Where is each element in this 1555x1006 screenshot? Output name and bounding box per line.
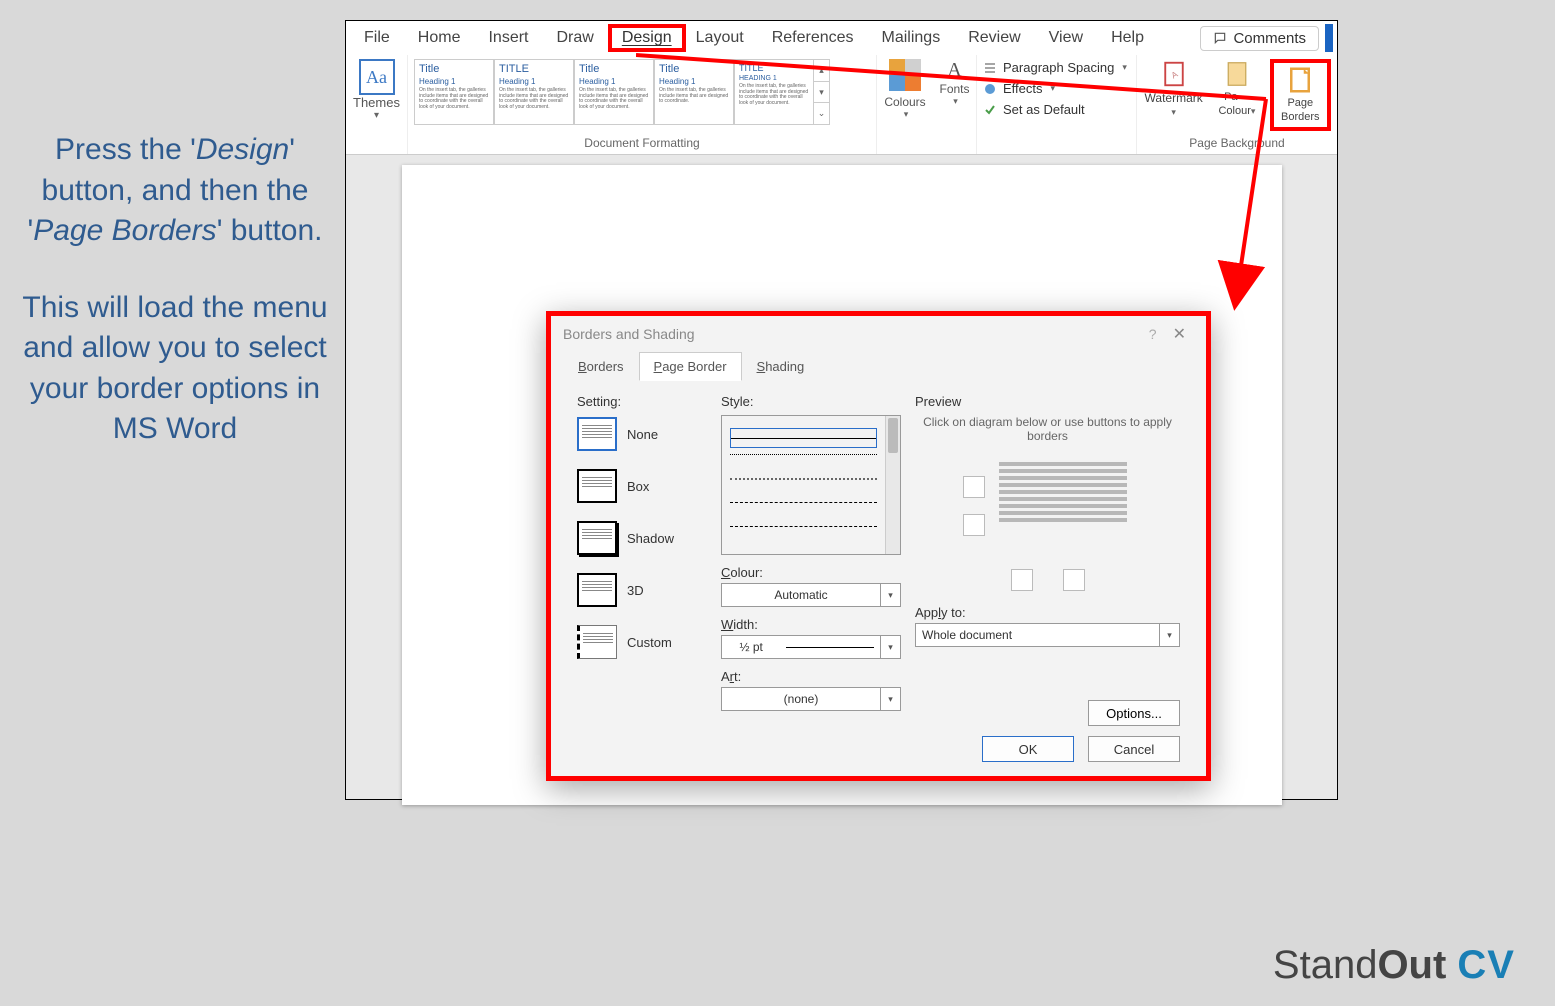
ribbon-body: Aa Themes ▾ TitleHeading 1On the insert … xyxy=(346,55,1337,155)
page-bg-label: Page Background xyxy=(1143,134,1331,150)
style-thumb[interactable]: TITLEHEADING 1On the insert tab, the gal… xyxy=(734,59,814,125)
style-listbox[interactable] xyxy=(721,415,901,555)
style-thumb[interactable]: TitleHeading 1On the insert tab, the gal… xyxy=(654,59,734,125)
watermark-button[interactable]: A Watermark▾ xyxy=(1143,59,1204,118)
setting-shadow[interactable]: Shadow xyxy=(577,521,707,555)
svg-text:A: A xyxy=(1169,69,1179,81)
page-colour-icon xyxy=(1222,59,1252,89)
border-right-toggle[interactable] xyxy=(1063,569,1085,591)
fonts-button[interactable]: A Fonts ▾ xyxy=(933,55,977,154)
set-default-button[interactable]: Set as Default xyxy=(981,99,1132,120)
document-formatting-group: TitleHeading 1On the insert tab, the gal… xyxy=(408,55,877,154)
chevron-down-icon[interactable]: ▾ xyxy=(374,110,379,121)
style-thumb[interactable]: TITLEHeading 1On the insert tab, the gal… xyxy=(494,59,574,125)
design-options-group: Paragraph Spacing▾ Effects▾ Set as Defau… xyxy=(977,55,1137,154)
borders-shading-dialog: Borders and Shading ? ✕ Borders Page Bor… xyxy=(546,311,1211,781)
tab-design[interactable]: Design xyxy=(608,24,686,52)
cancel-button[interactable]: Cancel xyxy=(1088,736,1180,762)
art-combo[interactable]: (none)▾ xyxy=(721,687,901,711)
setting-3d[interactable]: 3D xyxy=(577,573,707,607)
border-bottom-toggle[interactable] xyxy=(963,514,985,536)
page-background-group: A Watermark▾ Page Colour▾ Page Borders P… xyxy=(1137,55,1337,154)
preview-column: Preview Click on diagram below or use bu… xyxy=(915,394,1180,744)
check-icon xyxy=(983,103,997,117)
apply-combo[interactable]: Whole document▾ xyxy=(915,623,1180,647)
border-left-toggle[interactable] xyxy=(1011,569,1033,591)
tab-layout[interactable]: Layout xyxy=(682,24,758,52)
dialog-tab-page-border[interactable]: Page Border xyxy=(639,352,742,381)
setting-none[interactable]: None xyxy=(577,417,707,451)
scrollbar[interactable] xyxy=(885,416,900,554)
style-gallery[interactable]: TitleHeading 1On the insert tab, the gal… xyxy=(414,59,870,125)
width-combo[interactable]: ½ pt▾ xyxy=(721,635,901,659)
page-borders-icon xyxy=(1285,65,1315,95)
comments-button[interactable]: Comments xyxy=(1200,26,1319,51)
tab-insert[interactable]: Insert xyxy=(474,24,542,52)
setting-custom[interactable]: Custom xyxy=(577,625,707,659)
dialog-titlebar: Borders and Shading ? ✕ xyxy=(551,316,1206,352)
themes-label: Themes xyxy=(353,95,400,110)
gallery-nav[interactable]: ▴▾⌄ xyxy=(814,59,830,125)
ribbon-tab-strip: File Home Insert Draw Design Layout Refe… xyxy=(346,21,1337,55)
style-thumb[interactable]: TitleHeading 1On the insert tab, the gal… xyxy=(414,59,494,125)
dialog-tabs: Borders Page Border Shading xyxy=(551,352,1206,381)
style-column: Style: Colour: Automatic▾ Width: ½ pt▾ A… xyxy=(721,394,901,744)
style-thumb[interactable]: TitleHeading 1On the insert tab, the gal… xyxy=(574,59,654,125)
word-window: File Home Insert Draw Design Layout Refe… xyxy=(345,20,1338,800)
dialog-tab-borders[interactable]: Borders xyxy=(563,352,639,381)
colours-icon xyxy=(889,59,921,91)
tab-home[interactable]: Home xyxy=(404,24,475,52)
help-icon[interactable]: ? xyxy=(1141,326,1165,342)
dialog-tab-shading[interactable]: Shading xyxy=(742,352,820,381)
instruction-text: Press the 'Design' button, and then the … xyxy=(20,130,330,450)
effects-icon xyxy=(983,82,997,96)
effects-button[interactable]: Effects▾ xyxy=(981,78,1132,99)
options-button[interactable]: Options... xyxy=(1088,700,1180,726)
share-edge xyxy=(1325,24,1333,52)
tab-help[interactable]: Help xyxy=(1097,24,1158,52)
tab-references[interactable]: References xyxy=(758,24,868,52)
page-borders-button[interactable]: Page Borders xyxy=(1270,59,1331,131)
page-colour-button[interactable]: Page Colour▾ xyxy=(1206,59,1267,117)
tab-mailings[interactable]: Mailings xyxy=(868,24,955,52)
tab-draw[interactable]: Draw xyxy=(542,24,607,52)
paragraph-spacing-icon xyxy=(983,61,997,75)
colour-combo[interactable]: Automatic▾ xyxy=(721,583,901,607)
tab-file[interactable]: File xyxy=(350,24,404,52)
doc-format-label: Document Formatting xyxy=(414,134,870,150)
paragraph-spacing-button[interactable]: Paragraph Spacing▾ xyxy=(981,57,1132,78)
preview-hint: Click on diagram below or use buttons to… xyxy=(915,415,1180,443)
watermark-icon: A xyxy=(1159,59,1189,89)
preview-page[interactable] xyxy=(993,451,1133,561)
themes-group: Aa Themes ▾ xyxy=(346,55,408,154)
ok-button[interactable]: OK xyxy=(982,736,1074,762)
close-icon[interactable]: ✕ xyxy=(1165,324,1194,344)
comment-icon xyxy=(1213,31,1227,45)
border-top-toggle[interactable] xyxy=(963,476,985,498)
dialog-content: Setting: None Box Shadow 3D xyxy=(563,384,1194,754)
setting-box[interactable]: Box xyxy=(577,469,707,503)
setting-column: Setting: None Box Shadow 3D xyxy=(577,394,707,744)
themes-icon[interactable]: Aa xyxy=(359,59,395,95)
fonts-icon: A xyxy=(947,59,961,82)
brand-logo: StandOut CV xyxy=(1273,943,1515,988)
tab-review[interactable]: Review xyxy=(954,24,1034,52)
tab-view[interactable]: View xyxy=(1035,24,1097,52)
colours-button[interactable]: Colours ▾ xyxy=(877,55,933,154)
